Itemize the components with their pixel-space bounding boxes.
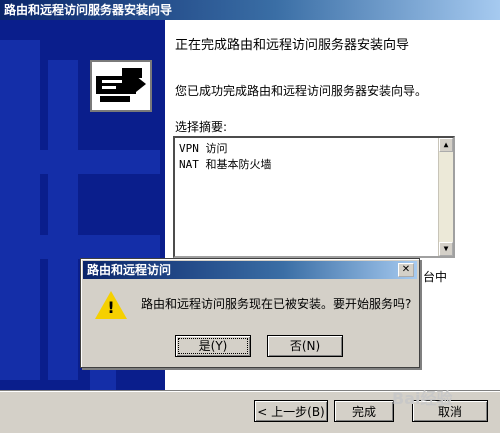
page-heading: 正在完成路由和远程访问服务器安装向导 [175, 38, 410, 53]
scroll-up-icon[interactable]: ▲ [439, 138, 453, 152]
confirm-dialog: 路由和远程访问 ✕ ! 路由和远程访问服务现在已被安装。要开始服务吗? 是(Y)… [80, 258, 420, 368]
summary-scrollbar[interactable]: ▲ ▼ [438, 138, 453, 256]
dialog-title: 路由和远程访问 ✕ [83, 261, 417, 279]
warning-exclamation: ! [107, 298, 115, 317]
summary-label: 选择摘要: [175, 120, 228, 134]
back-button[interactable]: < 上一步(B) [254, 400, 328, 422]
wizard-title-bar: 路由和远程访问服务器安装向导 [0, 0, 500, 20]
dialog-title-text: 路由和远程访问 [87, 263, 172, 277]
watermark-text: Bai经验 [392, 389, 453, 408]
finish-button[interactable]: 完成 [334, 400, 394, 422]
no-button[interactable]: 否(N) [267, 335, 343, 357]
close-icon[interactable]: ✕ [398, 263, 414, 277]
dialog-message: 路由和远程访问服务现在已被安装。要开始服务吗? [141, 297, 412, 311]
router-icon [90, 60, 152, 112]
yes-button[interactable]: 是(Y) [175, 335, 251, 357]
summary-textbox[interactable]: VPN 访问 NAT 和基本防火墙 ▲ ▼ [173, 136, 455, 258]
completion-text: 您已成功完成路由和远程访问服务器安装向导。 [175, 84, 428, 98]
summary-line: VPN 访问 [179, 142, 228, 155]
wizard-window: 路由和远程访问服务器安装向导 正在完成路由和远程访问服务器安装向导 您已成功完成… [0, 0, 500, 433]
scroll-down-icon[interactable]: ▼ [439, 242, 453, 256]
obscured-text: 台中 [423, 270, 448, 284]
summary-line: NAT 和基本防火墙 [179, 158, 272, 171]
